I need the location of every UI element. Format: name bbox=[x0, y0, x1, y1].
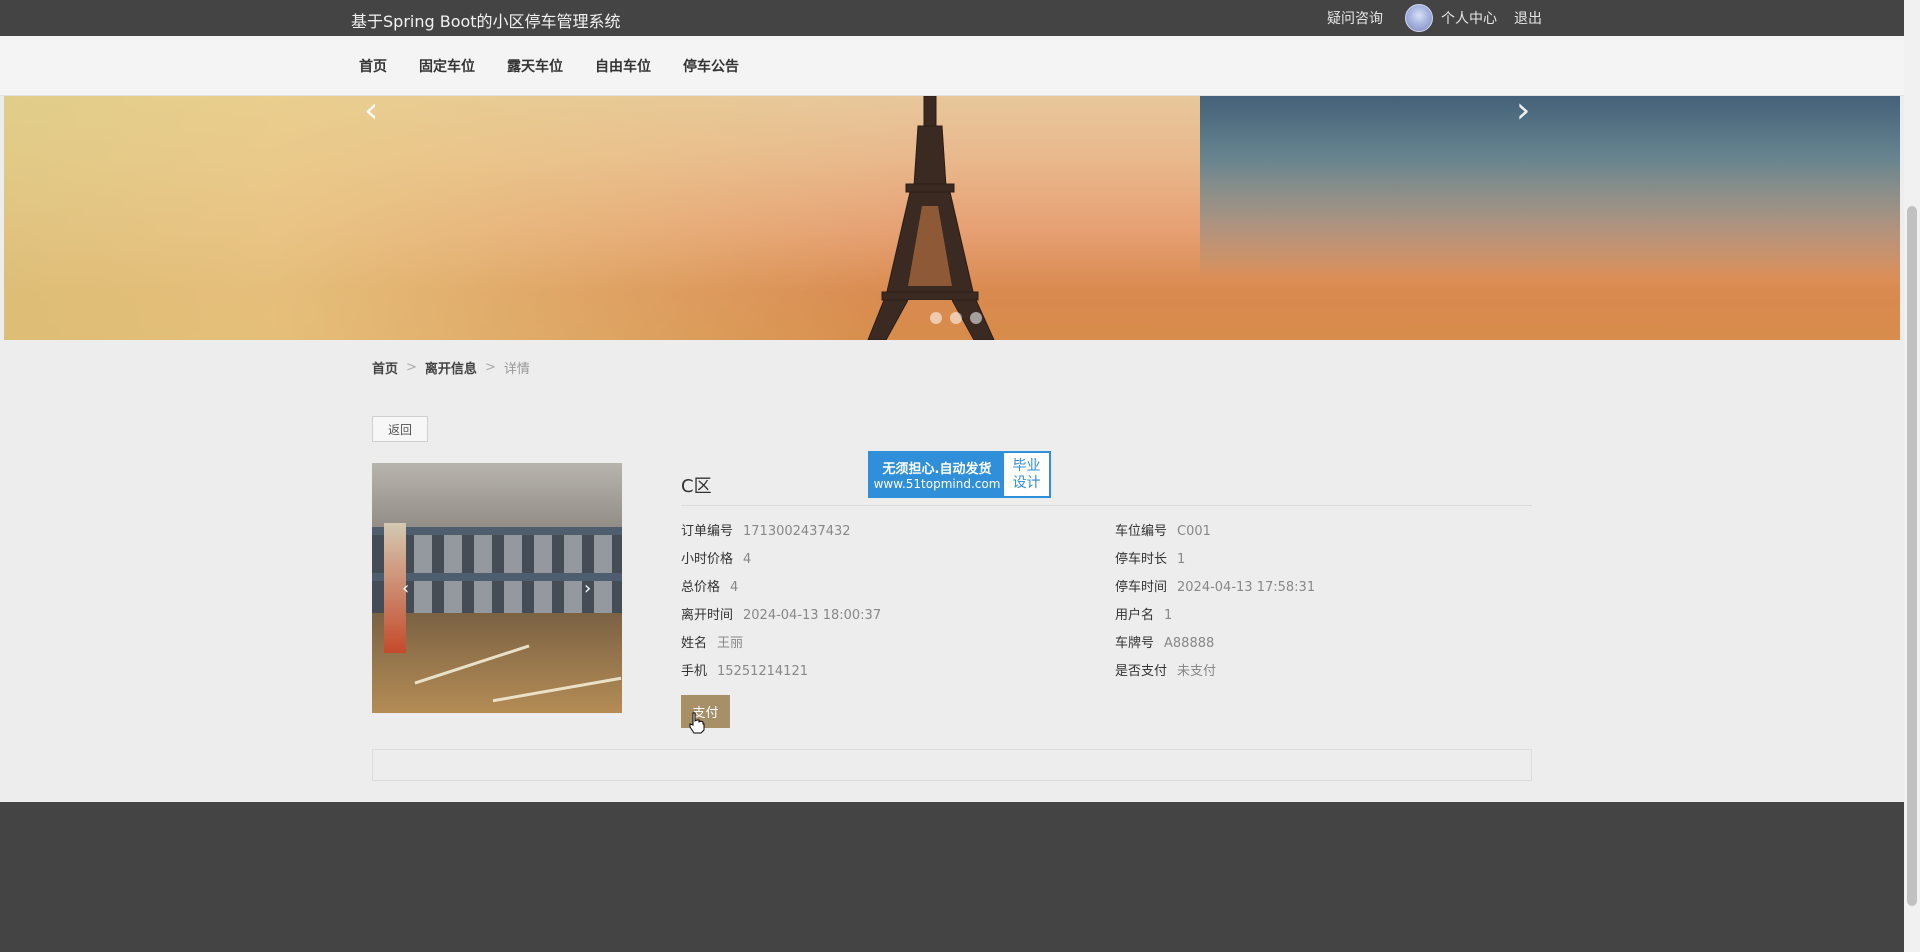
field-label: 小时价格 bbox=[681, 552, 734, 567]
banner-sky-right bbox=[1200, 96, 1900, 340]
watermark-line1: 无须担心.自动发货 bbox=[882, 462, 992, 477]
field-label: 手机 bbox=[681, 664, 708, 679]
field-value: 1713002437432 bbox=[743, 524, 851, 539]
site-title: 基于Spring Boot的小区停车管理系统 bbox=[351, 12, 621, 31]
field-hourly-price: 小时价格 4 bbox=[681, 548, 751, 567]
field-value: 15251214121 bbox=[717, 664, 808, 679]
breadcrumb-section[interactable]: 离开信息 bbox=[425, 358, 477, 377]
field-value: A88888 bbox=[1164, 636, 1215, 651]
nav-item-outdoor-spaces[interactable]: 露天车位 bbox=[491, 56, 579, 76]
field-plate-number: 车牌号 A88888 bbox=[1115, 632, 1214, 651]
field-total-price: 总价格 4 bbox=[681, 576, 738, 595]
top-bar-right: 疑问咨询 个人中心 退出 bbox=[1327, 0, 1542, 36]
main-nav: 首页 固定车位 露天车位 自由车位 停车公告 bbox=[0, 36, 1904, 96]
banner-sky-left bbox=[4, 96, 904, 340]
eiffel-tower-image bbox=[867, 96, 995, 340]
content-panel bbox=[372, 749, 1532, 781]
breadcrumb: 首页 > 离开信息 > 详情 bbox=[372, 358, 530, 377]
field-space-number: 车位编号 C001 bbox=[1115, 520, 1211, 539]
watermark-line2: www.51topmind.com bbox=[873, 477, 1001, 491]
photo-beam bbox=[372, 527, 622, 535]
field-value: 2024-04-13 17:58:31 bbox=[1177, 580, 1316, 595]
breadcrumb-separator: > bbox=[484, 360, 496, 375]
watermark-right-line1: 毕业 bbox=[1012, 457, 1041, 474]
photo-next-arrow[interactable]: › bbox=[584, 578, 591, 599]
field-label: 订单编号 bbox=[681, 524, 734, 539]
banner-next-arrow[interactable]: › bbox=[1516, 96, 1530, 131]
field-username: 用户名 1 bbox=[1115, 604, 1172, 623]
page-scrollbar[interactable] bbox=[1904, 0, 1920, 952]
field-phone: 手机 15251214121 bbox=[681, 660, 808, 679]
field-value: 王丽 bbox=[717, 636, 744, 651]
field-value: 2024-04-13 18:00:37 bbox=[743, 608, 882, 623]
nav-item-free-spaces[interactable]: 自由车位 bbox=[579, 56, 667, 76]
field-label: 车牌号 bbox=[1115, 636, 1155, 651]
breadcrumb-separator: > bbox=[406, 360, 417, 375]
field-parking-time: 停车时间 2024-04-13 17:58:31 bbox=[1115, 576, 1315, 595]
field-value: 1 bbox=[1177, 552, 1186, 567]
hand-cursor-icon bbox=[689, 712, 705, 734]
detail-divider bbox=[681, 505, 1532, 506]
field-payment-status: 是否支付 未支付 bbox=[1115, 660, 1216, 679]
carousel-dot[interactable] bbox=[950, 312, 962, 324]
photo-ceiling bbox=[372, 463, 622, 533]
nav-item-announcements[interactable]: 停车公告 bbox=[667, 56, 755, 76]
nav-item-home[interactable]: 首页 bbox=[350, 56, 403, 76]
field-parking-duration: 停车时长 1 bbox=[1115, 548, 1185, 567]
carousel-dot[interactable] bbox=[970, 312, 982, 324]
field-leave-time: 离开时间 2024-04-13 18:00:37 bbox=[681, 604, 881, 623]
field-label: 停车时间 bbox=[1115, 580, 1168, 595]
field-order-number: 订单编号 1713002437432 bbox=[681, 520, 851, 539]
field-label: 姓名 bbox=[681, 636, 708, 651]
field-value: 4 bbox=[730, 580, 739, 595]
field-value: 未支付 bbox=[1177, 664, 1217, 679]
field-label: 用户名 bbox=[1115, 608, 1155, 623]
field-value: 1 bbox=[1164, 608, 1173, 623]
field-label: 停车时长 bbox=[1115, 552, 1168, 567]
nav-item-fixed-spaces[interactable]: 固定车位 bbox=[403, 56, 491, 76]
scrollbar-thumb[interactable] bbox=[1907, 206, 1917, 906]
field-label: 是否支付 bbox=[1115, 664, 1168, 679]
field-value: 4 bbox=[743, 552, 752, 567]
carousel-indicators bbox=[930, 312, 982, 324]
field-label: 总价格 bbox=[681, 580, 721, 595]
logout-link[interactable]: 退出 bbox=[1514, 8, 1542, 28]
breadcrumb-current: 详情 bbox=[503, 362, 530, 377]
field-name: 姓名 王丽 bbox=[681, 632, 743, 651]
field-label: 离开时间 bbox=[681, 608, 734, 623]
photo-prev-arrow[interactable]: ‹ bbox=[402, 578, 409, 599]
watermark-badge: 无须担心.自动发货 www.51topmind.com 毕业 设计 bbox=[868, 451, 1051, 498]
parking-photo-carousel[interactable]: ‹ › bbox=[372, 463, 622, 713]
page-footer bbox=[0, 802, 1904, 952]
field-label: 车位编号 bbox=[1115, 524, 1168, 539]
banner-carousel[interactable]: ‹ › bbox=[4, 96, 1900, 340]
consult-link[interactable]: 疑问咨询 bbox=[1327, 8, 1383, 28]
detail-title: C区 bbox=[681, 476, 712, 497]
back-button[interactable]: 返回 bbox=[372, 416, 428, 442]
avatar[interactable] bbox=[1405, 4, 1433, 32]
watermark-right-line2: 设计 bbox=[1012, 474, 1041, 491]
banner-prev-arrow[interactable]: ‹ bbox=[364, 96, 378, 131]
breadcrumb-home[interactable]: 首页 bbox=[372, 358, 398, 377]
field-value: C001 bbox=[1177, 524, 1211, 539]
profile-link[interactable]: 个人中心 bbox=[1441, 8, 1497, 28]
carousel-dot[interactable] bbox=[930, 312, 942, 324]
top-bar: 基于Spring Boot的小区停车管理系统 疑问咨询 个人中心 退出 bbox=[0, 0, 1904, 36]
